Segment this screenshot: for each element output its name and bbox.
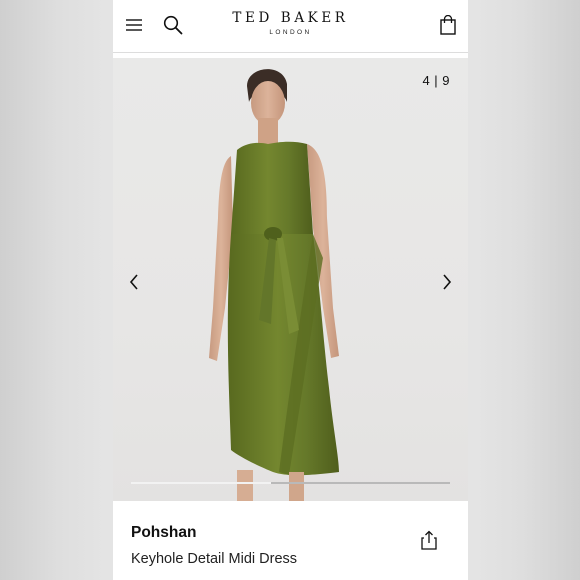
brand-logo[interactable]: TED BAKER LONDON (223, 10, 358, 36)
brand-name: TED BAKER (232, 10, 349, 26)
product-name: Pohshan (131, 524, 197, 541)
search-button[interactable] (161, 13, 185, 37)
brand-subtitle: LONDON (269, 29, 312, 36)
share-button[interactable] (420, 530, 440, 552)
search-icon (163, 15, 183, 35)
product-image-gallery[interactable]: 4 | 9 (113, 58, 468, 501)
product-photo (209, 69, 339, 501)
chevron-right-icon (442, 274, 452, 290)
image-counter: 4 | 9 (422, 73, 450, 88)
gallery-progress-fill (131, 482, 272, 484)
shopping-bag-button[interactable] (437, 13, 459, 37)
shopping-bag-icon (440, 15, 456, 35)
menu-icon (126, 19, 142, 31)
product-page: TED BAKER LONDON 4 | 9 Pohshan Keyhole D… (113, 0, 468, 580)
share-icon (420, 530, 440, 550)
site-header: TED BAKER LONDON (113, 0, 468, 53)
gallery-progress-track (131, 482, 450, 484)
product-description: Keyhole Detail Midi Dress (131, 551, 298, 567)
menu-button[interactable] (123, 14, 145, 36)
next-image-button[interactable] (438, 272, 456, 292)
previous-image-button[interactable] (125, 272, 143, 292)
product-info: Pohshan Keyhole Detail Midi Dress (113, 501, 468, 580)
chevron-left-icon (129, 274, 139, 290)
